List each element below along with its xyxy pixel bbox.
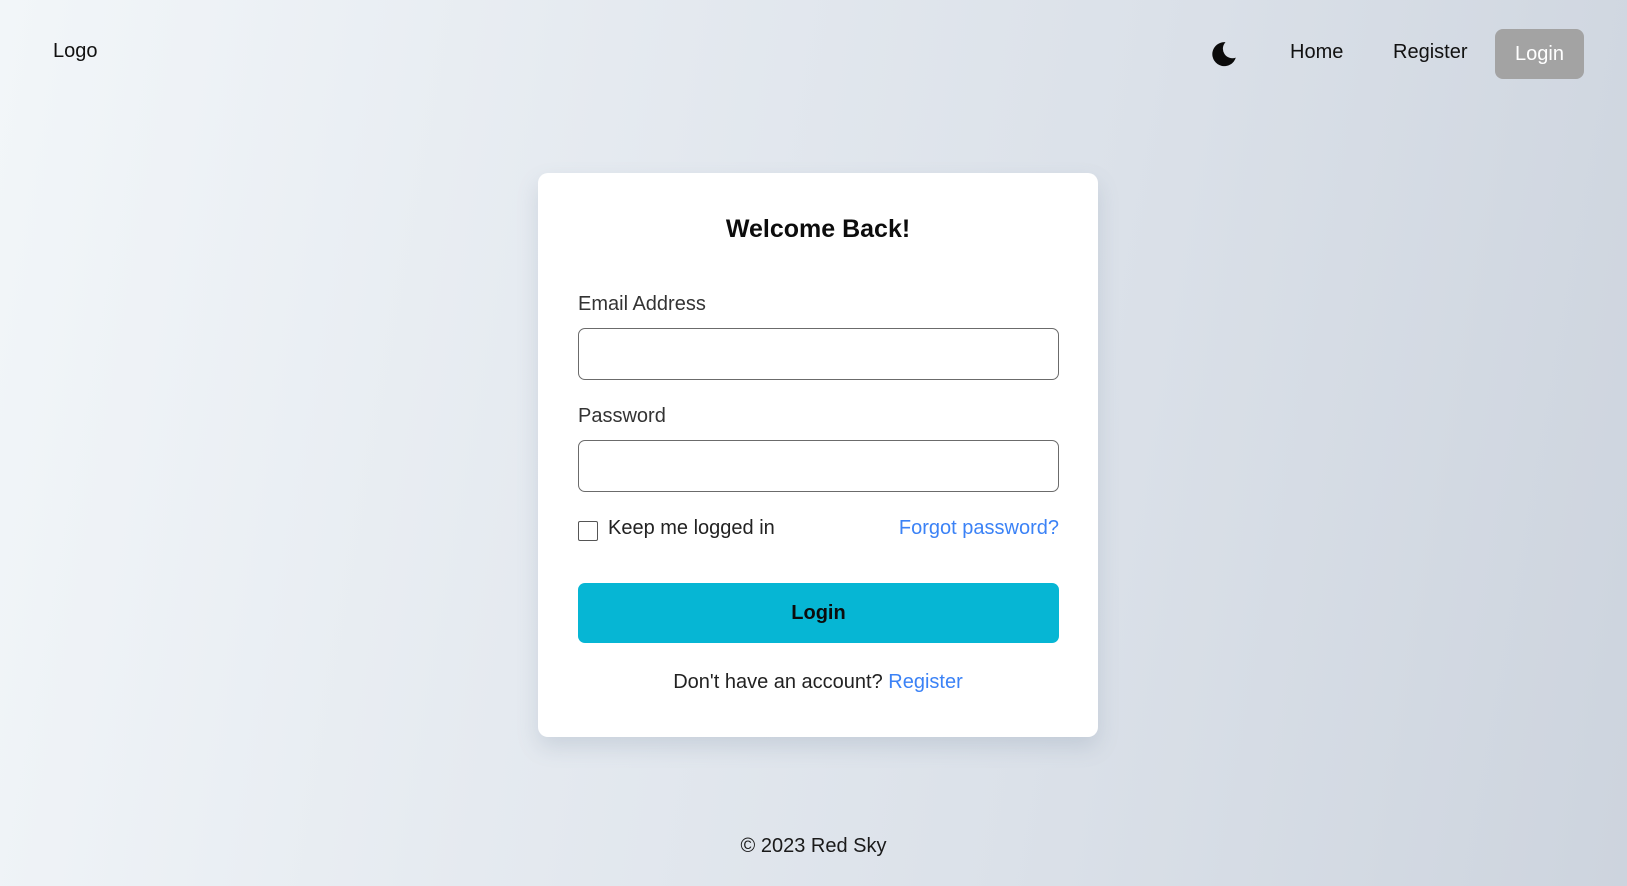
- keep-logged-in-checkbox[interactable]: [578, 521, 598, 541]
- password-label: Password: [578, 405, 666, 427]
- signup-prompt-text: Don't have an account?: [673, 671, 883, 693]
- keep-logged-in-label[interactable]: Keep me logged in: [608, 517, 775, 540]
- nav-login-button[interactable]: Login: [1495, 29, 1584, 79]
- footer-copyright: © 2023 Red Sky: [740, 835, 887, 857]
- register-link[interactable]: Register: [888, 671, 962, 693]
- page-title: Welcome Back!: [725, 215, 911, 243]
- login-card: Welcome Back! Email Address Password Kee…: [538, 173, 1098, 737]
- password-field[interactable]: [578, 440, 1059, 492]
- nav-register-link[interactable]: Register: [1393, 41, 1467, 64]
- email-field[interactable]: [578, 328, 1059, 380]
- signup-prompt: Don't have an account? Register: [538, 671, 1098, 694]
- moon-icon[interactable]: [1210, 40, 1238, 68]
- navbar: Logo Home Register Login: [0, 0, 1627, 110]
- nav-home-link[interactable]: Home: [1290, 41, 1343, 64]
- logo[interactable]: Logo: [53, 40, 98, 63]
- login-button[interactable]: Login: [578, 583, 1059, 643]
- email-label: Email Address: [578, 293, 706, 315]
- forgot-password-link[interactable]: Forgot password?: [899, 517, 1059, 540]
- remember-row: Keep me logged in Forgot password?: [578, 515, 1059, 545]
